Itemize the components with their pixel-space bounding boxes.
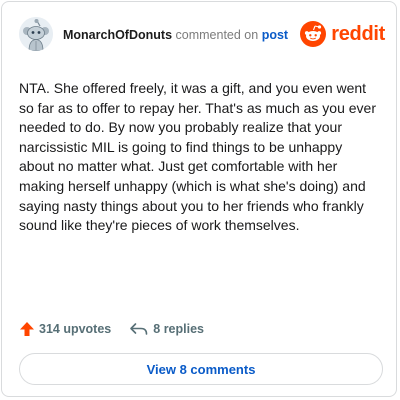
- view-comments-button[interactable]: View 8 comments: [19, 353, 383, 385]
- reddit-logo-icon: [300, 21, 327, 47]
- comment-actions: 314 upvotes 8 replies: [19, 318, 222, 340]
- author-name[interactable]: MonarchOfDonuts: [63, 28, 172, 42]
- replies-count: 8 replies: [153, 322, 204, 336]
- author-line: MonarchOfDonuts commented on post: [63, 28, 288, 42]
- replies-button[interactable]: 8 replies: [129, 321, 204, 337]
- snoo-avatar-icon: [19, 17, 53, 51]
- reply-arrow-icon: [130, 323, 148, 335]
- reddit-wordmark: reddit: [331, 22, 385, 45]
- comment-header: MonarchOfDonuts commented on post reddit: [19, 17, 387, 53]
- reddit-logo[interactable]: reddit: [300, 20, 385, 48]
- post-link[interactable]: post: [262, 28, 288, 42]
- user-avatar[interactable]: [19, 17, 53, 51]
- upvote-count: 314 upvotes: [39, 322, 112, 336]
- upvote-arrow-icon: [20, 322, 34, 336]
- commented-on-text: commented on: [175, 28, 259, 42]
- comment-card: MonarchOfDonuts commented on post reddit…: [1, 1, 397, 397]
- upvote-button[interactable]: 314 upvotes: [19, 321, 111, 337]
- comment-body: NTA. She offered freely, it was a gift, …: [19, 80, 377, 234]
